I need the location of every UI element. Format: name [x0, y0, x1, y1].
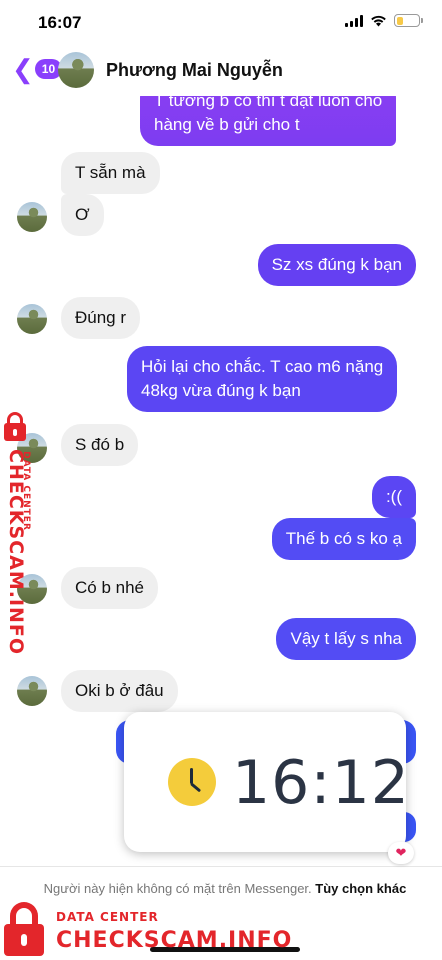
heart-icon[interactable]: ❤: [388, 842, 414, 864]
status-icons: [345, 14, 423, 27]
lock-icon: [4, 412, 26, 442]
contact-name[interactable]: Phương Mai Nguyễn: [106, 60, 283, 81]
message-bubble-incoming[interactable]: Có b nhé: [61, 567, 158, 609]
clock-time: 16:12: [232, 748, 410, 818]
message-bubble-outgoing[interactable]: Vậy t lấy s nha: [276, 618, 416, 660]
message-bubble-incoming[interactable]: S đó b: [61, 424, 139, 466]
offline-notice: Người này hiện không có mặt trên Messeng…: [43, 881, 407, 896]
watermark-small-text: DATA CENTER: [56, 910, 159, 924]
contact-avatar-small[interactable]: [17, 304, 47, 334]
wifi-icon: [371, 15, 386, 27]
watermark-bottom: DATA CENTER CHECKSCAM.INFO: [4, 900, 291, 960]
cellular-signal-icon: [345, 14, 363, 27]
watermark-big-text: CHECKSCAM.INFO: [5, 449, 27, 656]
conversation-header: ❮ 10 Phương Mai Nguyễn: [0, 44, 442, 96]
clock-overlay: 16:12: [124, 712, 409, 852]
message-bubble-outgoing[interactable]: T tưởng b có thì t đặt luôn cho hàng về …: [140, 96, 397, 146]
message-bubble-outgoing[interactable]: Thế b có s ko ạ: [271, 518, 416, 560]
battery-icon: [394, 14, 423, 27]
back-button[interactable]: ❮ 10: [12, 54, 63, 84]
watermark-big-text: CHECKSCAM.INFO: [56, 928, 293, 953]
watermark-vertical: DATA CENTER CHECKSCAM.INFO: [0, 412, 46, 655]
message-bubble-outgoing[interactable]: Sz xs đúng k bạn: [257, 244, 416, 286]
status-bar: 16:07: [0, 0, 442, 44]
contact-avatar-small[interactable]: [17, 202, 47, 232]
lock-icon: [4, 902, 44, 958]
more-options-link[interactable]: Tùy chọn khác: [315, 881, 406, 896]
message-bubble-incoming[interactable]: T sẵn mà: [61, 152, 160, 194]
message-bubble-outgoing[interactable]: :((: [371, 476, 416, 518]
clock-icon: [168, 758, 216, 806]
contact-avatar-small[interactable]: [17, 676, 47, 706]
message-bubble-outgoing[interactable]: Hỏi lại cho chắc. T cao m6 nặng 48kg vừa…: [127, 346, 398, 412]
status-time: 16:07: [38, 13, 82, 32]
message-bubble-incoming[interactable]: Đúng r: [61, 297, 141, 339]
message-bubble-incoming[interactable]: Ơ: [61, 194, 104, 236]
message-bubble-incoming[interactable]: Oki b ở đâu: [61, 670, 178, 712]
chevron-left-icon: ❮: [12, 54, 34, 84]
contact-avatar[interactable]: [58, 52, 94, 88]
